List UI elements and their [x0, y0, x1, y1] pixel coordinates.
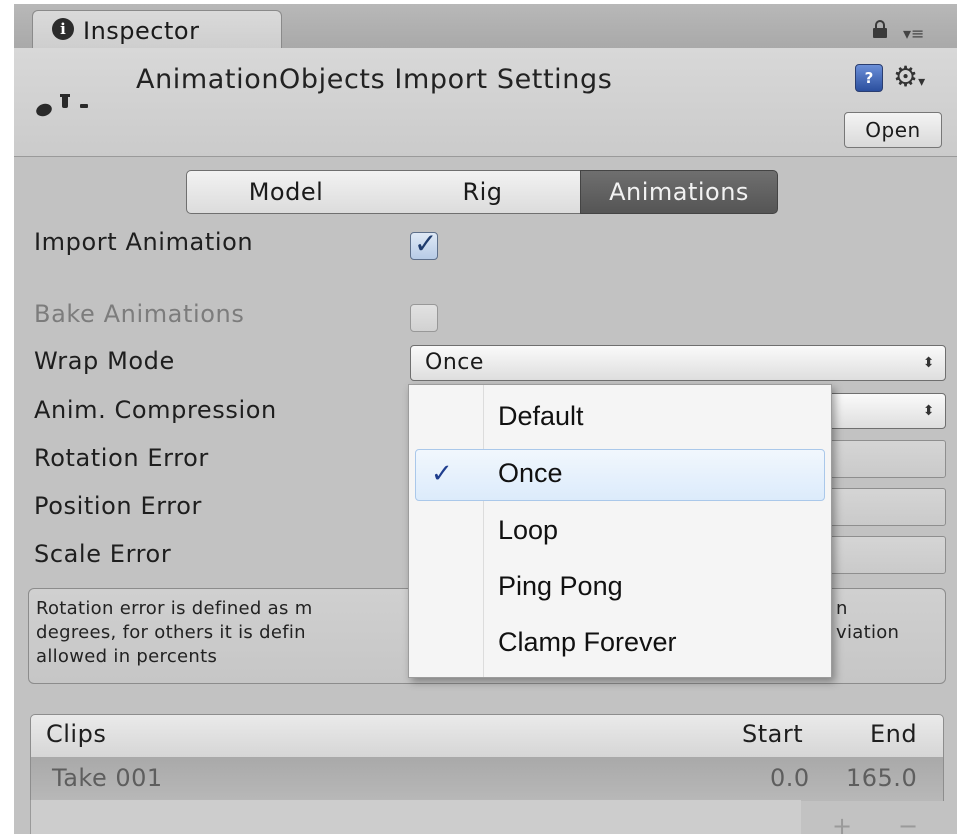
remove-clip-button[interactable]: −: [898, 812, 918, 840]
gear-icon[interactable]: ⚙▾: [893, 60, 925, 93]
rotation-error-field[interactable]: [820, 440, 946, 478]
help-right-2: viation: [836, 622, 900, 643]
bake-animations-label: Bake Animations: [34, 300, 245, 328]
clips-header-end: End: [870, 720, 918, 748]
clips-header-start: Start: [742, 720, 804, 748]
wrap-mode-menu: ✓ Default Once Loop Ping Pong Clamp Fore…: [408, 384, 832, 678]
menu-item-once[interactable]: Once: [498, 458, 563, 489]
checkmark-icon: ✓: [431, 458, 453, 488]
import-animation-checkbox[interactable]: ✓: [410, 227, 438, 260]
help-book-icon[interactable]: ?: [855, 64, 883, 92]
position-error-label: Position Error: [34, 492, 202, 520]
tab-inspector[interactable]: i Inspector: [32, 10, 282, 52]
open-button[interactable]: Open: [844, 112, 942, 148]
scale-error-field[interactable]: [820, 536, 946, 574]
tab-animations[interactable]: Animations: [580, 170, 778, 214]
tab-model[interactable]: Model: [186, 170, 386, 214]
help-text-right: n viation: [836, 597, 946, 645]
clip-name: Take 001: [52, 764, 163, 792]
clips-header-name: Clips: [46, 720, 107, 748]
add-clip-button[interactable]: +: [832, 812, 852, 840]
menu-item-clamp-forever[interactable]: Clamp Forever: [498, 627, 677, 658]
menu-item-default[interactable]: Default: [498, 401, 584, 432]
page-title: AnimationObjects Import Settings: [136, 64, 613, 95]
scale-error-label: Scale Error: [34, 540, 172, 568]
menu-item-ping-pong[interactable]: Ping Pong: [498, 571, 623, 602]
updown-arrows-icon: ⬍: [922, 355, 935, 371]
wrap-mode-label: Wrap Mode: [34, 347, 175, 375]
help-line-1: Rotation error is defined as m: [36, 598, 313, 619]
clips-header: [30, 714, 944, 758]
info-icon: i: [52, 18, 74, 40]
wrap-mode-value: Once: [425, 350, 484, 375]
menu-highlight: [415, 449, 825, 501]
clip-end: 165.0: [846, 764, 918, 792]
tab-rig[interactable]: Rig: [385, 170, 581, 214]
help-right-1: n: [836, 598, 848, 619]
menu-icon[interactable]: ▾≡: [903, 24, 924, 43]
checkmark-icon: ✓: [414, 227, 438, 260]
rotation-error-label: Rotation Error: [34, 444, 209, 472]
menu-item-loop[interactable]: Loop: [498, 515, 558, 546]
help-line-2: degrees, for others it is defin: [36, 622, 306, 643]
clips-footer: [30, 800, 801, 834]
lock-icon[interactable]: [872, 20, 888, 38]
position-error-field[interactable]: [820, 488, 946, 526]
anim-compression-label: Anim. Compression: [34, 396, 277, 424]
tab-label: Inspector: [83, 17, 200, 45]
import-animation-label: Import Animation: [34, 228, 254, 256]
clip-start: 0.0: [770, 764, 810, 792]
help-line-3: allowed in percents: [36, 646, 218, 667]
wrap-mode-select[interactable]: Once ⬍: [410, 345, 946, 381]
menu-separator: [483, 385, 484, 677]
updown-arrows-icon: ⬍: [922, 403, 935, 419]
model-object-icon: [36, 94, 88, 117]
bake-animations-checkbox[interactable]: [410, 304, 438, 332]
